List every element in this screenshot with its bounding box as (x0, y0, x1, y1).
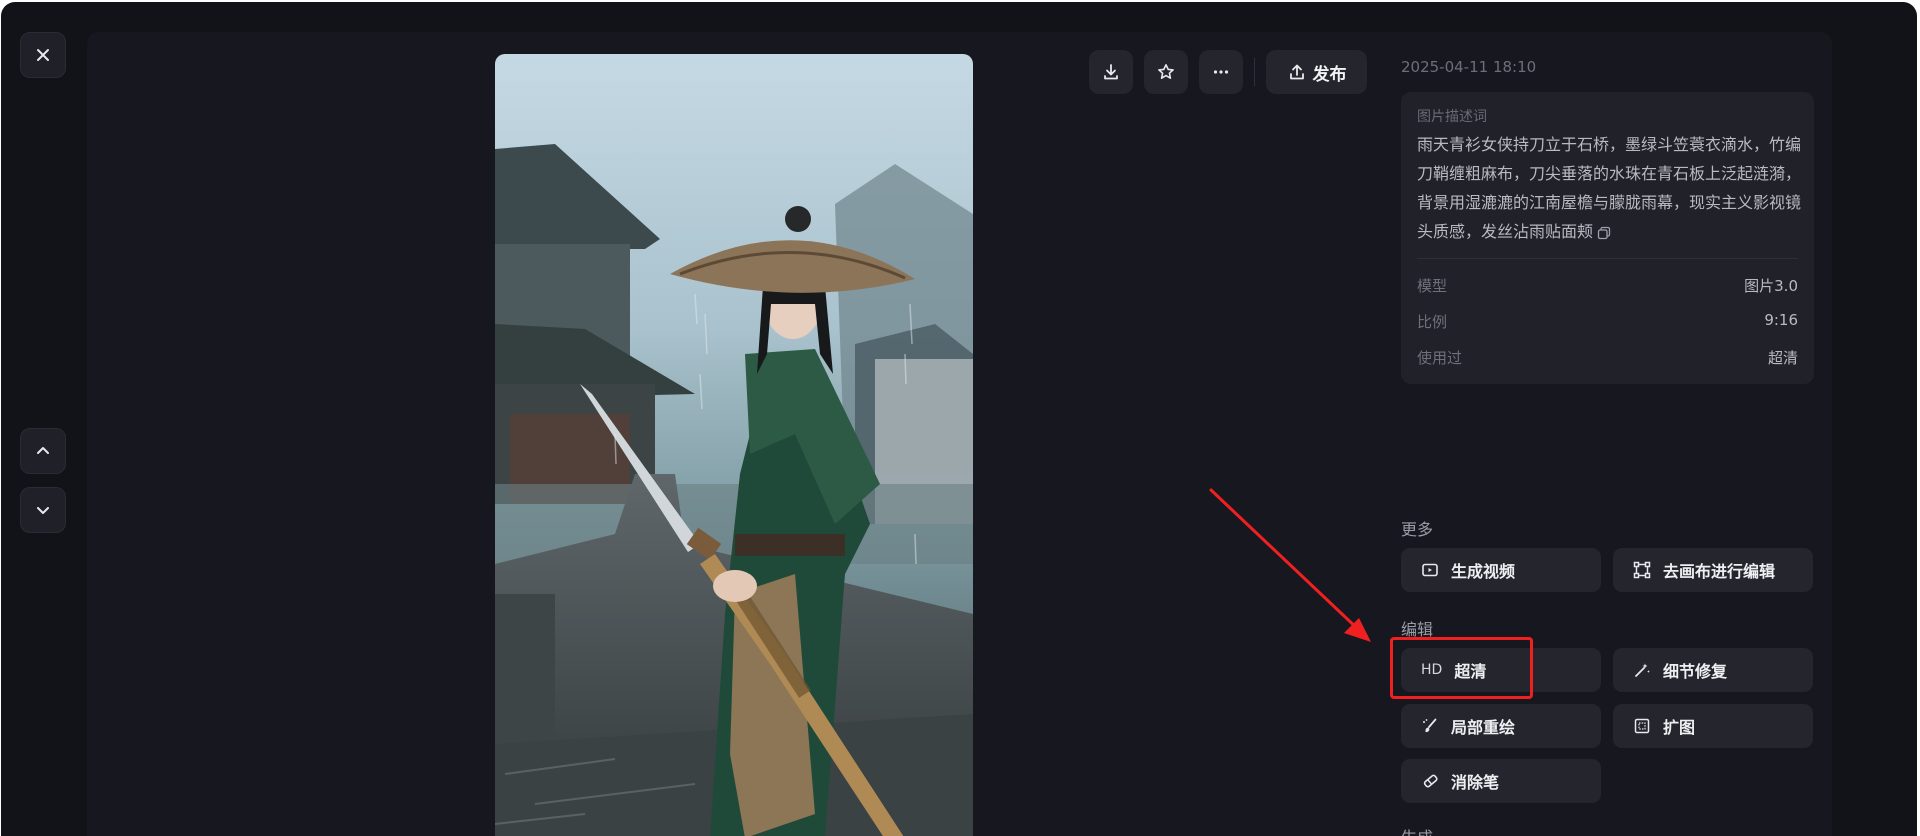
toolbar-divider (1254, 58, 1255, 86)
meta-row-model: 模型 图片3.0 (1417, 275, 1798, 295)
info-divider (1417, 258, 1798, 259)
copy-icon[interactable] (1597, 226, 1611, 240)
prompt-label: 图片描述词 (1417, 109, 1487, 125)
meta-row-ratio: 比例 9:16 (1417, 311, 1798, 331)
prompt-text-block: 雨天青衫女侠持刀立于石桥，墨绿斗笠蓑衣滴水，竹编刀鞘缠粗麻布，刀尖垂落的水珠在青… (1417, 130, 1801, 246)
meta-key: 模型 (1417, 277, 1448, 295)
button-label: 消除笔 (1451, 773, 1500, 792)
download-button[interactable] (1089, 50, 1133, 94)
upload-icon (1289, 64, 1304, 80)
next-image-button[interactable] (20, 487, 66, 533)
generated-image (495, 54, 973, 836)
download-icon (1104, 64, 1118, 80)
button-label: 细节修复 (1663, 662, 1728, 681)
meta-value: 图片3.0 (1744, 277, 1798, 295)
video-generate-icon (1422, 563, 1438, 577)
meta-key: 比例 (1417, 313, 1448, 331)
previous-image-button[interactable] (20, 428, 66, 474)
created-timestamp: 2025-04-11 18:10 (1401, 58, 1537, 76)
generate-video-button[interactable]: 生成视频 (1401, 548, 1601, 592)
inpaint-button[interactable]: 局部重绘 (1401, 704, 1601, 748)
edit-on-canvas-button[interactable]: 去画布进行编辑 (1613, 548, 1813, 592)
edit-section-title: 编辑 (1401, 620, 1434, 639)
expand-image-button[interactable]: 扩图 (1613, 704, 1813, 748)
prompt-info-card: 图片描述词 雨天青衫女侠持刀立于石桥，墨绿斗笠蓑衣滴水，竹编刀鞘缠粗麻布，刀尖垂… (1401, 92, 1814, 384)
more-icon (1213, 70, 1229, 74)
button-label: 扩图 (1663, 718, 1696, 737)
generate-section-title: 生成 (1401, 824, 1433, 836)
button-label: 生成视频 (1451, 562, 1516, 581)
close-icon (37, 49, 49, 61)
inpaint-brush-icon (1423, 718, 1437, 733)
publish-label: 发布 (1312, 64, 1347, 85)
button-label: 局部重绘 (1451, 718, 1516, 737)
expand-frame-icon (1634, 718, 1650, 734)
detail-repair-button[interactable]: 细节修复 (1613, 648, 1813, 692)
image-detail-window: 发布 2025-04-11 18:10 图片描述词 雨天青衫女侠持刀立于石桥，墨… (1, 2, 1917, 836)
favorite-button[interactable] (1144, 50, 1188, 94)
publish-button[interactable]: 发布 (1266, 50, 1367, 94)
meta-value: 超清 (1767, 349, 1798, 367)
close-button[interactable] (20, 32, 66, 78)
canvas-edit-icon (1633, 561, 1651, 579)
eraser-icon (1423, 774, 1438, 788)
button-label: 超清 (1454, 662, 1487, 681)
more-section-title: 更多 (1401, 520, 1434, 539)
more-options-button[interactable] (1199, 50, 1243, 94)
meta-key: 使用过 (1417, 349, 1463, 367)
chevron-down-icon (37, 507, 49, 514)
magic-wand-icon (1635, 663, 1650, 677)
chevron-up-icon (37, 447, 49, 454)
upscale-hd-button[interactable]: HD 超清 (1401, 648, 1601, 692)
star-icon (1158, 64, 1174, 79)
button-label: 去画布进行编辑 (1663, 562, 1776, 581)
meta-row-used: 使用过 超清 (1417, 347, 1798, 367)
hd-icon: HD (1421, 662, 1443, 678)
meta-value: 9:16 (1764, 311, 1798, 329)
eraser-button[interactable]: 消除笔 (1401, 759, 1601, 803)
